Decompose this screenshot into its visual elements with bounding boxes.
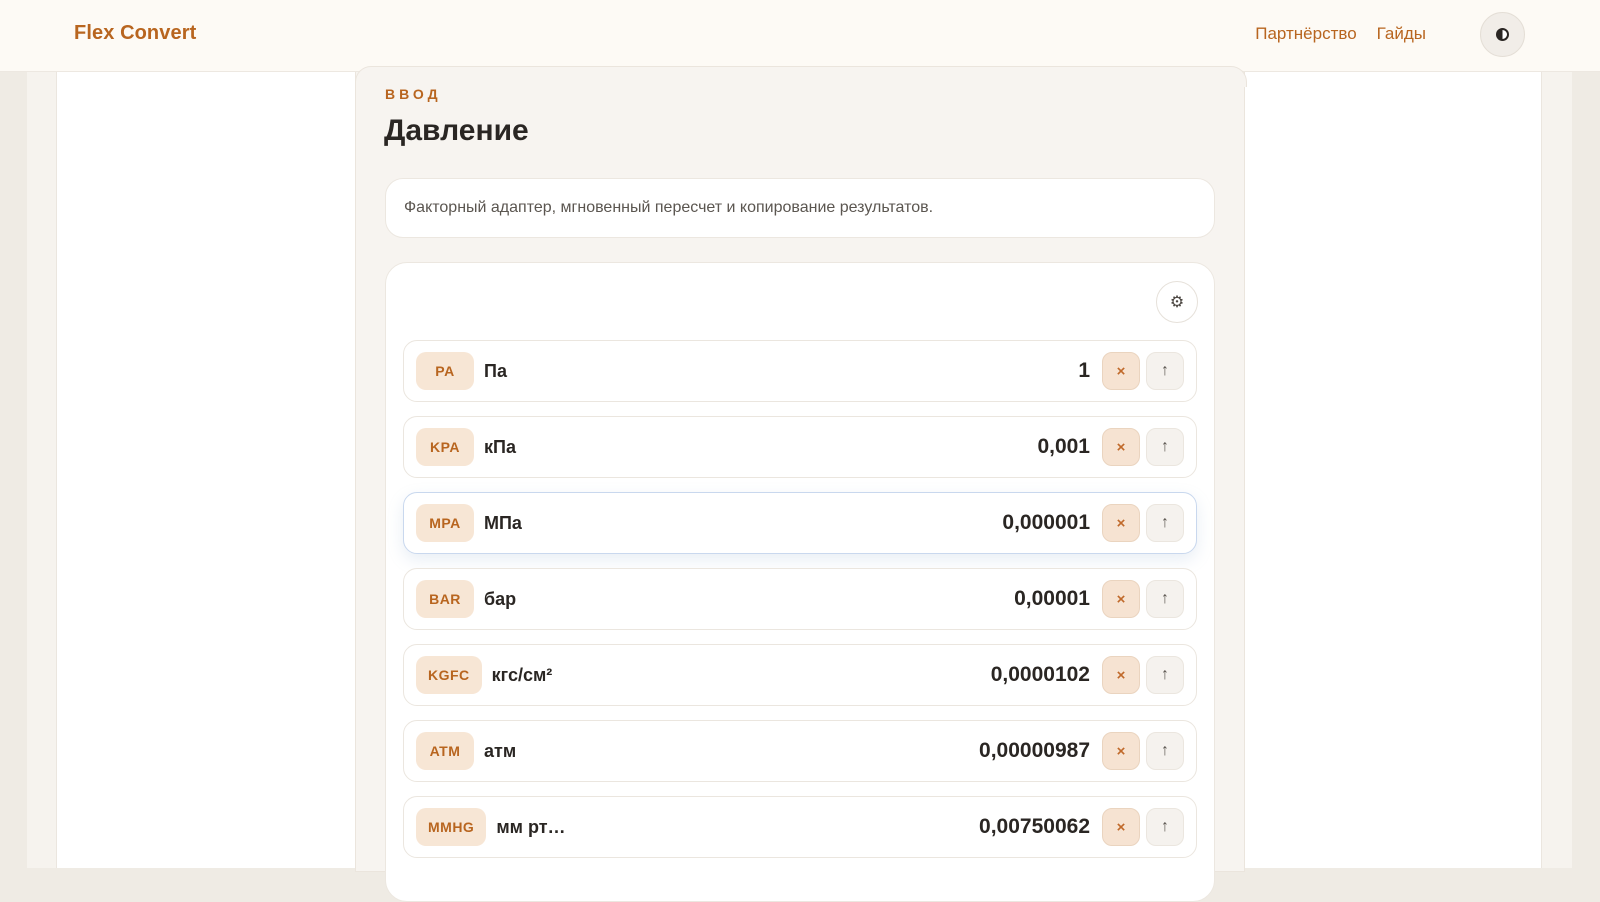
unit-row[interactable]: MPA МПа 0,000001 × ↑ — [403, 492, 1197, 554]
unit-label: бар — [484, 588, 517, 609]
unit-value-input[interactable]: 0,00750062 — [979, 815, 1090, 839]
arrow-up-icon: ↑ — [1161, 818, 1169, 835]
move-up-button[interactable]: ↑ — [1146, 428, 1184, 466]
move-up-button[interactable]: ↑ — [1146, 808, 1184, 846]
unit-row[interactable]: KGFC кгс/см² 0,0000102 × ↑ — [403, 644, 1197, 706]
clear-button[interactable]: × — [1102, 732, 1140, 770]
arrow-up-icon: ↑ — [1161, 362, 1169, 379]
unit-badge: BAR — [416, 580, 474, 618]
move-up-button[interactable]: ↑ — [1146, 504, 1184, 542]
clear-button[interactable]: × — [1102, 808, 1140, 846]
units-list: PA Па 1 × ↑ KPA кПа 0,001 × ↑ MPA МПа 0,000001 × ↑ BAR б… — [403, 340, 1197, 872]
arrow-up-icon: ↑ — [1161, 590, 1169, 607]
description-text: Факторный адаптер, мгновенный пересчет и… — [404, 199, 934, 216]
unit-label: атм — [484, 740, 517, 761]
units-list-box: ⚙ PA Па 1 × ↑ KPA кПа 0,001 × ↑ MPA МПа 0,000001 × ↑ BA… — [385, 262, 1215, 902]
unit-row[interactable]: KPA кПа 0,001 × ↑ — [403, 416, 1197, 478]
unit-label: кПа — [484, 436, 516, 457]
unit-badge: PA — [416, 352, 474, 390]
clear-button[interactable]: × — [1102, 352, 1140, 390]
unit-value-input[interactable]: 0,00001 — [1014, 587, 1090, 611]
move-up-button[interactable]: ↑ — [1146, 352, 1184, 390]
close-icon: × — [1116, 590, 1126, 608]
unit-row[interactable]: ATM атм 0,00000987 × ↑ — [403, 720, 1197, 782]
move-up-button[interactable]: ↑ — [1146, 656, 1184, 694]
unit-value-input[interactable]: 0,001 — [1037, 435, 1090, 459]
arrow-up-icon: ↑ — [1161, 514, 1169, 531]
contrast-icon — [1496, 28, 1509, 41]
theme-toggle-button[interactable] — [1480, 12, 1525, 57]
arrow-up-icon: ↑ — [1161, 438, 1169, 455]
unit-badge: KPA — [416, 428, 474, 466]
top-header: Flex Convert Партнёрство Гайды — [0, 0, 1600, 72]
arrow-up-icon: ↑ — [1161, 742, 1169, 759]
close-icon: × — [1116, 514, 1126, 532]
unit-row[interactable]: PA Па 1 × ↑ — [403, 340, 1197, 402]
description-box: Факторный адаптер, мгновенный пересчет и… — [385, 178, 1215, 238]
nav-link-guides[interactable]: Гайды — [1377, 24, 1426, 44]
gear-icon: ⚙ — [1169, 294, 1185, 311]
arrow-up-icon: ↑ — [1161, 666, 1169, 683]
top-nav: Партнёрство Гайды — [1255, 24, 1426, 44]
unit-label: МПа — [484, 512, 522, 533]
unit-badge: ATM — [416, 732, 474, 770]
close-icon: × — [1116, 666, 1126, 684]
close-icon: × — [1116, 438, 1126, 456]
unit-label: Па — [484, 360, 507, 381]
unit-badge: KGFC — [416, 656, 482, 694]
brand-logo[interactable]: Flex Convert — [74, 22, 196, 45]
close-icon: × — [1116, 742, 1126, 760]
page-title: Давление — [384, 114, 529, 147]
move-up-button[interactable]: ↑ — [1146, 580, 1184, 618]
settings-button[interactable]: ⚙ — [1156, 281, 1198, 323]
clear-button[interactable]: × — [1102, 656, 1140, 694]
unit-value-input[interactable]: 0,0000102 — [991, 663, 1090, 687]
unit-badge: MPA — [416, 504, 474, 542]
close-icon: × — [1116, 362, 1126, 380]
move-up-button[interactable]: ↑ — [1146, 732, 1184, 770]
close-icon: × — [1116, 818, 1126, 836]
unit-row[interactable]: MMHG мм рт… 0,00750062 × ↑ — [403, 796, 1197, 858]
unit-row[interactable]: BAR бар 0,00001 × ↑ — [403, 568, 1197, 630]
unit-value-input[interactable]: 0,000001 — [1002, 511, 1090, 535]
unit-value-input[interactable]: 1 — [1078, 359, 1090, 383]
converter-card: ВВОД Давление Факторный адаптер, мгновен… — [355, 66, 1247, 902]
clear-button[interactable]: × — [1102, 580, 1140, 618]
unit-value-input[interactable]: 0,00000987 — [979, 739, 1090, 763]
section-eyebrow: ВВОД — [385, 86, 442, 102]
nav-link-partnership[interactable]: Партнёрство — [1255, 24, 1356, 44]
unit-label: кгс/см² — [491, 664, 553, 685]
unit-label: мм рт… — [496, 816, 566, 837]
clear-button[interactable]: × — [1102, 504, 1140, 542]
clear-button[interactable]: × — [1102, 428, 1140, 466]
unit-badge: MMHG — [416, 808, 487, 846]
